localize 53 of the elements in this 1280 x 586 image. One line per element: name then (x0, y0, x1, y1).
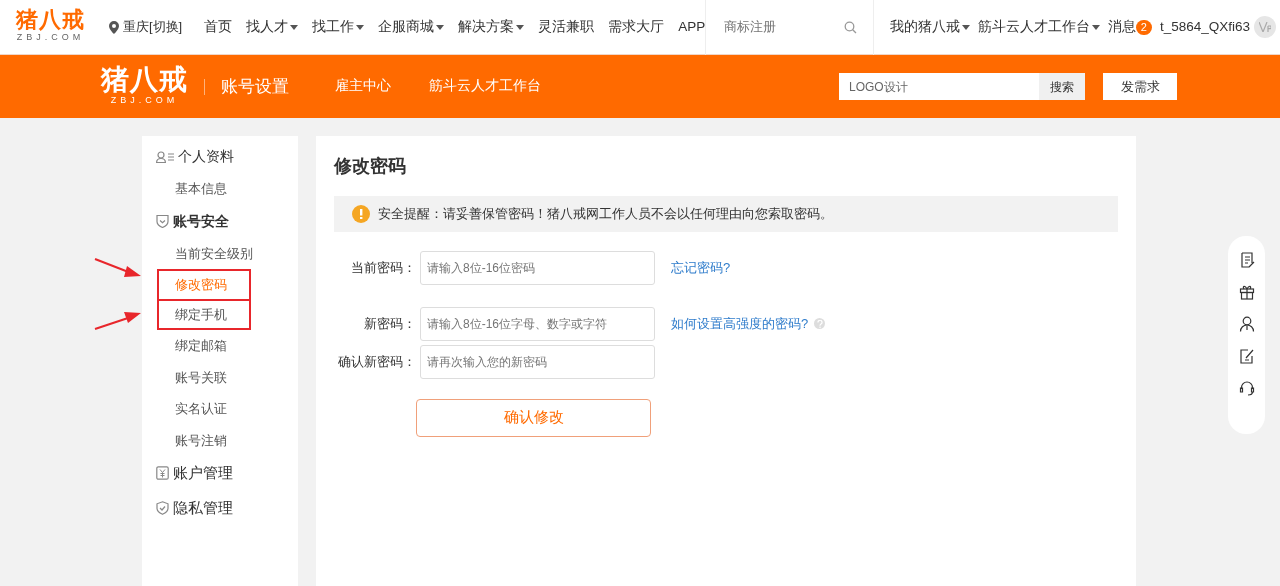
post-request-button[interactable]: 发需求 (1103, 73, 1177, 100)
help-icon (814, 318, 826, 330)
nav-link[interactable]: 找工作 (312, 16, 365, 38)
nav-link[interactable]: 找人才 (246, 16, 299, 38)
user-menu-link[interactable]: 筋斗云人才工作台 (977, 16, 1100, 38)
city-switch-link[interactable]: 重庆[切换] (123, 17, 183, 37)
sidebar-group[interactable]: 个人资料 (142, 140, 298, 173)
password-field[interactable]: 请输入8位-16位密码 (420, 250, 655, 285)
gift-icon[interactable] (1238, 284, 1255, 300)
nav-link[interactable]: APP (678, 16, 706, 38)
field-label: 当前密码： (350, 258, 416, 277)
site-logo[interactable]: 猪八戒 ZBJ.COM (16, 9, 85, 45)
edit-icon[interactable] (1238, 348, 1255, 364)
field-label: 新密码： (363, 314, 416, 333)
sidebar-item[interactable]: 当前安全级别 (142, 237, 298, 269)
doc-edit-icon[interactable] (1238, 252, 1255, 268)
search-button[interactable]: 搜索 (1039, 73, 1085, 100)
field-label: 确认新密码： (337, 352, 416, 371)
nav-link[interactable]: 企服商城 (378, 16, 445, 38)
yen-icon (156, 466, 169, 481)
search-icon (843, 20, 857, 34)
shield-icon (156, 214, 169, 228)
password-field[interactable]: 请再次输入您的新密码 (420, 344, 655, 379)
sidebar-item[interactable]: 基本信息 (142, 173, 298, 205)
user-menu-link[interactable]: 我的猪八戒 (889, 16, 970, 38)
notice-text: 安全提醒：请妥善保管密码！猪八戒网工作人员不会以任何理由向您索取密码。 (378, 204, 833, 223)
sidebar-item[interactable]: 实名认证 (142, 393, 298, 425)
nav-link[interactable]: 灵活兼职 (538, 16, 595, 38)
section-title: 修改密码 (334, 156, 407, 178)
shield-check-icon (156, 500, 169, 515)
page-title: 账号设置 (221, 75, 289, 98)
help-link[interactable]: 如何设置高强度的密码? (671, 313, 809, 334)
username-link[interactable]: t_5864_QXfi63 (1159, 16, 1250, 38)
sidebar-group[interactable]: 账号安全 (142, 204, 298, 238)
location-pin-icon (109, 20, 119, 34)
sidebar-group[interactable]: 隐私管理 (142, 490, 298, 525)
person-list-icon (156, 150, 174, 163)
help-link[interactable]: 忘记密码? (671, 257, 731, 278)
warning-icon (352, 204, 370, 223)
sidebar-group[interactable]: 账户管理 (142, 456, 298, 491)
vip-icon (1254, 16, 1276, 38)
sidebar-item[interactable]: 绑定邮箱 (142, 330, 298, 362)
nav-link[interactable]: 首页 (204, 16, 233, 38)
nav-link[interactable]: 需求大厅 (608, 16, 665, 38)
sidebar-item[interactable]: 账号注销 (142, 424, 298, 456)
headset-icon[interactable] (1238, 380, 1255, 396)
sidebar-item[interactable]: 绑定手机 (159, 300, 249, 328)
password-field[interactable]: 请输入8位-16位字母、数字或字符 (420, 306, 655, 341)
person-icon[interactable] (1238, 316, 1255, 332)
message-count-badge: 2 (1135, 19, 1152, 35)
nav-link[interactable]: 解决方案 (458, 16, 525, 38)
sidebar-item[interactable]: 账号关联 (142, 361, 298, 393)
messages-link[interactable]: 消息 (1107, 16, 1136, 38)
